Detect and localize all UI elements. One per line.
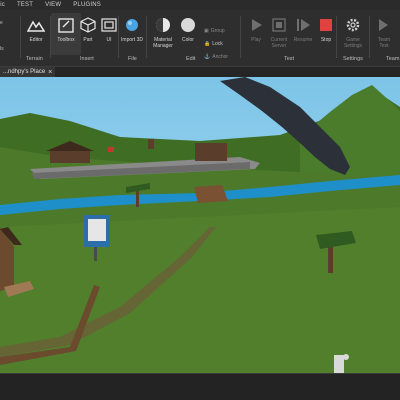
- import-3d-button[interactable]: Import 3D: [117, 13, 147, 43]
- group-label: Group: [210, 28, 225, 34]
- partial-left-label-2: ls: [0, 46, 4, 52]
- game-scene: [0, 77, 400, 373]
- foreground-grass: [0, 207, 400, 373]
- document-tab-bar: ...ndhpy's Place ×: [0, 67, 400, 77]
- ui-icon: [100, 16, 118, 34]
- group-test: Test: [284, 56, 295, 62]
- group-edit: Edit: [186, 56, 196, 62]
- game-settings-label: Game Settings: [343, 37, 363, 49]
- color-icon: [179, 16, 197, 34]
- resume-icon: [294, 16, 312, 34]
- team-test-icon: [375, 16, 393, 34]
- color-button[interactable]: Color: [173, 13, 203, 43]
- anchor-button[interactable]: ⚓ Anchor: [204, 54, 228, 60]
- ribbon-toolbar: e ls Editor Terrain Toolbox Part UI Inse…: [0, 10, 400, 67]
- place-tab[interactable]: ...ndhpy's Place ×: [0, 67, 56, 77]
- partial-left-label: e: [0, 20, 3, 26]
- tower: [148, 139, 154, 149]
- wooden-house-left: [50, 149, 90, 163]
- lock-icon: 🔒: [204, 41, 211, 47]
- game-settings-button[interactable]: Game Settings: [338, 13, 368, 49]
- editor-label: Editor: [29, 37, 43, 43]
- terrain-editor-button[interactable]: Editor: [21, 13, 51, 43]
- group-terrain: Terrain: [26, 56, 43, 62]
- crate: [108, 147, 114, 152]
- gear-icon: [344, 16, 362, 34]
- ui-label: UI: [106, 37, 112, 43]
- group-insert: Insert: [80, 56, 94, 62]
- team-test-button[interactable]: Team Test: [369, 13, 399, 49]
- group-team: Team: [386, 56, 400, 62]
- stop-icon: [317, 16, 335, 34]
- part-label: Part: [83, 37, 93, 43]
- menu-item-partial[interactable]: ric: [0, 2, 5, 8]
- terrain-icon: [27, 16, 45, 34]
- group-icon: ▣: [204, 28, 209, 34]
- group-button[interactable]: ▣ Group: [204, 28, 225, 34]
- import-3d-label: Import 3D: [121, 37, 143, 43]
- 3d-viewport[interactable]: [0, 77, 400, 373]
- tab-close-icon[interactable]: ×: [48, 69, 52, 76]
- group-file: File: [128, 56, 137, 62]
- stop-label: Stop: [320, 37, 332, 43]
- separator: [146, 16, 147, 58]
- server-icon: [270, 16, 288, 34]
- anchor-icon: ⚓: [204, 54, 211, 60]
- menu-item-test[interactable]: TEST: [17, 2, 33, 8]
- output-panel: [0, 373, 400, 400]
- lock-label: Lock: [212, 41, 223, 47]
- material-icon: [154, 16, 172, 34]
- place-tab-title: ...ndhpy's Place: [3, 69, 46, 75]
- lock-button[interactable]: 🔒 Lock: [204, 41, 223, 47]
- play-label: Play: [251, 37, 261, 43]
- menu-item-plugins[interactable]: PLUGINS: [73, 2, 101, 8]
- separator: [336, 16, 337, 58]
- menu-bar: ric TEST VIEW PLUGINS: [0, 0, 400, 10]
- wooden-house-right: [195, 143, 227, 161]
- import-3d-icon: [123, 16, 141, 34]
- group-settings: Settings: [343, 56, 363, 62]
- menu-item-view[interactable]: VIEW: [45, 2, 61, 8]
- anchor-label: Anchor: [212, 54, 229, 60]
- bridge: [194, 185, 228, 203]
- team-test-label: Team Test: [377, 37, 391, 49]
- play-icon: [247, 16, 265, 34]
- resume-label: Resume: [293, 37, 313, 43]
- color-label: Color: [182, 37, 194, 43]
